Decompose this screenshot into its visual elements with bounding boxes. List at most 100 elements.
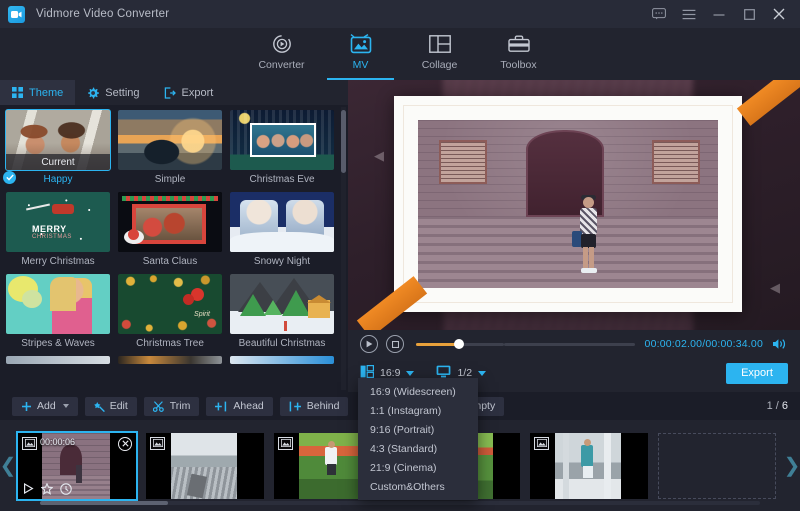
speaker-icon[interactable] [772,338,788,350]
theme-label: Merry Christmas [6,252,110,269]
theme-current-badge: Current [6,154,110,170]
preview-prev-arrow-icon[interactable]: ◀ [374,148,384,164]
theme-label: Snowy Night [230,252,334,269]
play-button[interactable] [360,335,378,353]
export-button[interactable]: Export [726,363,788,384]
aspect-option-4-3[interactable]: 4:3 (Standard) [358,439,478,458]
clip-item-5[interactable] [530,433,648,499]
theme-item-stripes-waves[interactable]: Stripes & Waves [6,274,110,351]
theme-thumb [6,274,110,334]
theme-item-happy[interactable]: Current Happy [6,110,110,187]
theme-grid: Current Happy Simple [0,105,348,392]
decor-tape-top-right [737,80,800,126]
nav-item-mv[interactable]: MV [321,28,400,80]
theme-item-partial-2[interactable] [118,356,222,364]
aspect-option-9-16[interactable]: 9:16 (Portrait) [358,420,478,439]
filmstrip-scrollbar-thumb[interactable] [40,501,168,505]
ahead-label: Ahead [233,400,263,412]
image-icon [150,437,165,450]
timecode-display: 00:00:02.00/00:00:34.00 [645,338,763,350]
clip-item-1[interactable]: 00:00:06 [18,433,136,499]
nav-item-converter[interactable]: Converter [242,28,321,80]
edit-button[interactable]: Edit [85,397,137,416]
theme-thumb [230,274,334,334]
image-icon [278,437,293,450]
wand-icon [94,401,105,412]
toolbox-icon [508,32,530,56]
maximize-icon[interactable] [734,0,764,28]
add-label: Add [37,400,56,412]
seek-slider[interactable] [416,343,504,346]
tab-setting[interactable]: Setting [75,80,151,105]
preview-image [418,120,718,288]
theme-thumb [118,192,222,252]
theme-item-merry-christmas[interactable]: MERRY CHRISTMAS Merry Christmas [6,192,110,269]
clip-effect-icon[interactable] [41,483,53,495]
theme-scrollbar-thumb[interactable] [341,110,346,173]
theme-item-christmas-tree[interactable]: Spirit Christmas Tree [118,274,222,351]
ahead-button[interactable]: Ahead [206,397,272,416]
theme-item-santa-claus[interactable]: Santa Claus [118,192,222,269]
aspect-option-21-9[interactable]: 21:9 (Cinema) [358,458,478,477]
aspect-option-custom[interactable]: Custom&Others [358,477,478,496]
trim-button[interactable]: Trim [144,397,200,416]
clip-duration-icon[interactable] [60,483,72,495]
nav-label-toolbox: Toolbox [500,59,536,71]
nav-item-collage[interactable]: Collage [400,28,479,80]
add-button[interactable]: Add [12,397,78,416]
theme-item-christmas-eve[interactable]: Christmas Eve [230,110,334,187]
clip-play-icon[interactable] [23,483,34,494]
theme-label: Simple [118,170,222,187]
seek-progress [416,343,458,346]
close-icon[interactable] [764,0,794,28]
image-icon [22,437,37,450]
chevron-down-icon[interactable] [406,371,414,376]
theme-label: Happy [6,170,110,187]
chevron-down-icon[interactable] [63,404,69,408]
aspect-option-1-1[interactable]: 1:1 (Instagram) [358,401,478,420]
clip-remove-icon[interactable] [118,437,132,451]
theme-item-simple[interactable]: Simple [118,110,222,187]
theme-thumb [118,356,222,364]
filmstrip-prev-arrow-icon[interactable]: ❮ [0,453,16,478]
tab-theme[interactable]: Theme [0,80,75,105]
theme-thumb [230,110,334,170]
clip-tools [23,483,72,495]
theme-thumb: Spirit [118,274,222,334]
aspect-option-16-9[interactable]: 16:9 (Widescreen) [358,382,478,401]
tab-theme-label: Theme [29,87,63,99]
theme-item-beautiful-christmas[interactable]: Beautiful Christmas [230,274,334,351]
trim-label: Trim [170,400,191,412]
insert-behind-icon [289,401,302,412]
main-nav: Converter MV Collage Toolbox [0,28,800,80]
page-separator: / [776,400,779,412]
theme-item-partial-3[interactable] [230,356,334,364]
grid-icon [12,87,23,98]
behind-button[interactable]: Behind [280,397,349,416]
theme-thumb: Current [6,110,110,170]
nav-item-toolbox[interactable]: Toolbox [479,28,558,80]
tab-export[interactable]: Export [152,80,226,105]
theme-item-snowy-night[interactable]: Snowy Night [230,192,334,269]
clip-item-6[interactable] [658,433,776,499]
seek-handle[interactable] [454,339,464,349]
theme-item-partial-1[interactable] [6,356,110,364]
filmstrip-next-arrow-icon[interactable]: ❯ [784,453,800,478]
menu-icon[interactable] [674,0,704,28]
theme-label: Santa Claus [118,252,222,269]
export-icon [164,87,176,99]
clip-item-2[interactable] [146,433,264,499]
stop-button[interactable] [386,335,404,353]
title-bar: Vidmore Video Converter [0,0,800,28]
theme-row: Current Happy Simple [6,110,340,187]
minimize-icon[interactable] [704,0,734,28]
feedback-icon[interactable] [644,0,674,28]
theme-panel: Theme Setting Export Current Happy [0,80,348,392]
theme-thumb [230,356,334,364]
seek-remaining-track[interactable] [504,343,635,346]
tab-setting-label: Setting [105,87,139,99]
mv-icon [349,32,373,56]
chevron-down-icon[interactable] [478,371,486,376]
preview-next-arrow-icon[interactable]: ◀ [770,280,780,296]
theme-label: Christmas Eve [230,170,334,187]
